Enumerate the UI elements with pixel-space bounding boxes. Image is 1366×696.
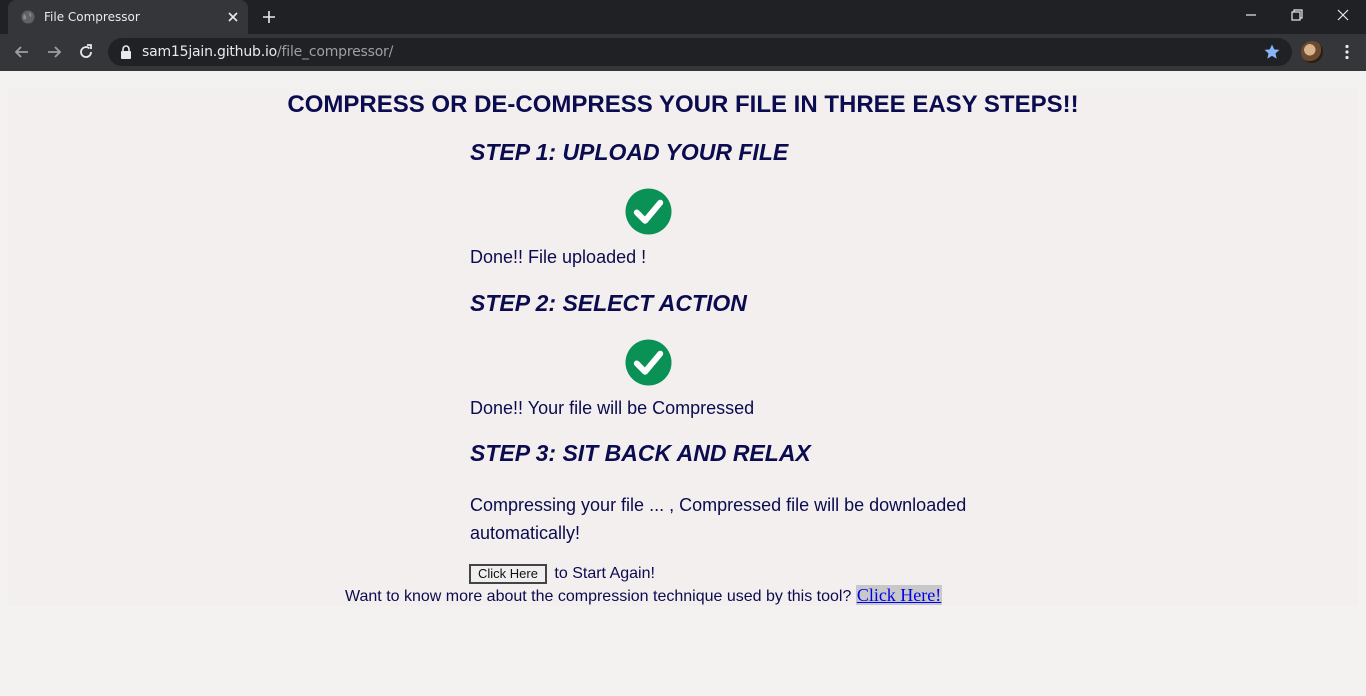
- browser-toolbar: sam15jain.github.io/file_compressor/: [0, 34, 1366, 71]
- url-path: /file_compressor/: [277, 44, 394, 60]
- url-host: sam15jain.github.io: [142, 44, 278, 60]
- bookmark-star-icon[interactable]: [1263, 43, 1281, 61]
- page-title: COMPRESS OR DE-COMPRESS YOUR FILE IN THR…: [287, 91, 1079, 118]
- close-tab-icon[interactable]: [226, 10, 240, 24]
- browser-tab[interactable]: File Compressor: [8, 0, 248, 34]
- step3-title: STEP 3: SIT BACK AND RELAX: [470, 440, 811, 466]
- step2-title: STEP 2: SELECT ACTION: [470, 290, 747, 316]
- restart-row: Click Here to Start Again!: [469, 564, 655, 584]
- forward-arrow-icon[interactable]: [45, 43, 63, 61]
- step2-status: Done!! Your file will be Compressed: [470, 398, 755, 418]
- step1-status: Done!! File uploaded !: [470, 247, 647, 267]
- new-tab-icon[interactable]: [261, 9, 277, 25]
- back-arrow-icon[interactable]: [13, 43, 31, 61]
- url-text: sam15jain.github.io/file_compressor/: [142, 44, 393, 60]
- technique-link[interactable]: Click Here!: [855, 585, 943, 605]
- reload-icon[interactable]: [77, 43, 95, 61]
- step3-status: Compressing your file ... , Compressed f…: [470, 495, 967, 543]
- restore-icon[interactable]: [1290, 8, 1304, 22]
- tab-title: File Compressor: [44, 10, 140, 24]
- lock-icon[interactable]: [120, 45, 132, 59]
- check-circle-icon: [625, 339, 672, 386]
- more-menu-icon[interactable]: [1339, 44, 1355, 60]
- restart-text: to Start Again!: [554, 565, 655, 583]
- address-bar[interactable]: sam15jain.github.io/file_compressor/: [108, 38, 1292, 66]
- start-again-button[interactable]: Click Here: [469, 564, 547, 584]
- check-circle-icon: [625, 188, 672, 235]
- profile-avatar[interactable]: [1301, 41, 1323, 63]
- step1-title: STEP 1: UPLOAD YOUR FILE: [470, 139, 789, 165]
- close-window-icon[interactable]: [1336, 8, 1350, 22]
- globe-icon: [21, 10, 35, 24]
- footer: Want to know more about the compression …: [345, 585, 943, 606]
- tab-strip: File Compressor: [0, 0, 1366, 34]
- content-panel: COMPRESS OR DE-COMPRESS YOUR FILE IN THR…: [8, 89, 1358, 606]
- minimize-icon[interactable]: [1244, 8, 1258, 22]
- footer-text: Want to know more about the compression …: [345, 588, 852, 605]
